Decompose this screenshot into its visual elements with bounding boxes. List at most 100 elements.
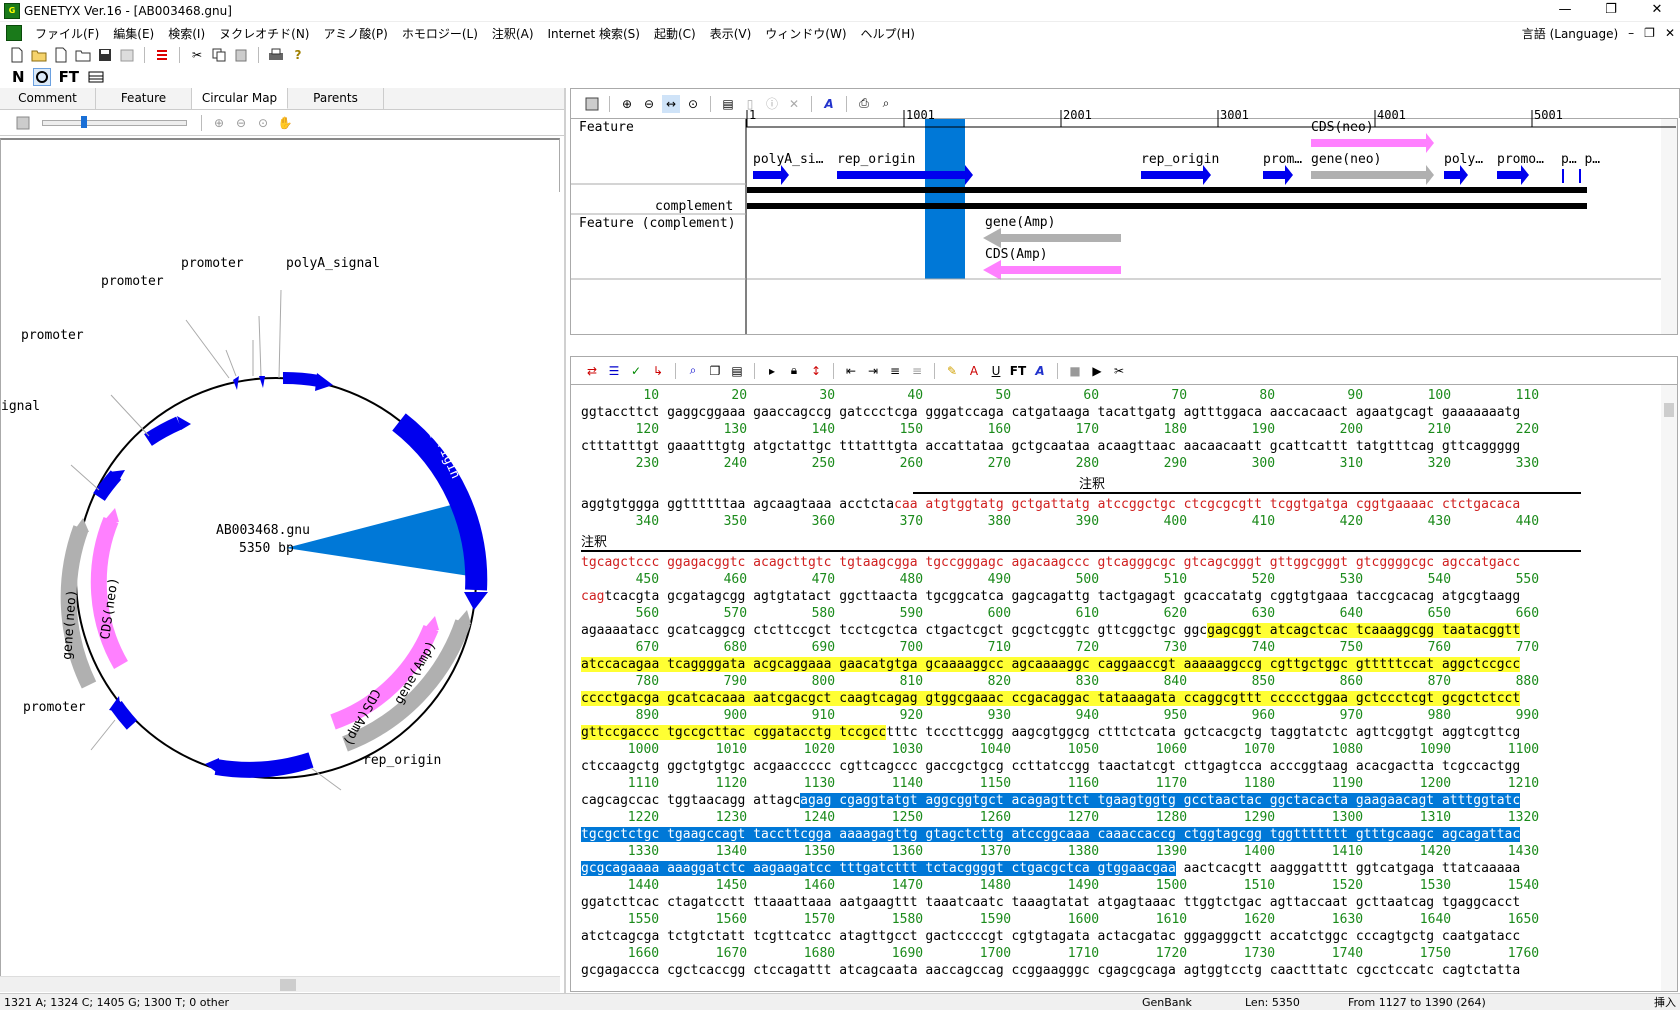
position-number: 1640 <box>1419 912 1452 927</box>
fit-width-icon[interactable]: ↔ <box>662 94 680 113</box>
document-icon[interactable] <box>6 25 22 41</box>
menu-window[interactable]: ウィンドウ(W) <box>758 25 853 42</box>
map-horizontal-scrollbar[interactable] <box>0 976 560 992</box>
save-icon[interactable] <box>96 46 114 64</box>
align-icon[interactable] <box>153 46 171 64</box>
tools-icon[interactable]: ✂ <box>1110 362 1128 380</box>
sequence-scrollbar[interactable] <box>1661 385 1677 991</box>
sequence-row[interactable]: cagcagccac tggtaacagg attagcagag cgaggta… <box>581 792 1521 809</box>
feature-list-icon[interactable]: ▤ <box>719 95 737 113</box>
zoom-out-icon[interactable]: ⊖ <box>640 95 658 113</box>
sequence-row[interactable]: tgcgctctgc tgaagccagt taccttcgga aaaagag… <box>581 826 1521 843</box>
sequence-row[interactable]: tgcagctccc ggagacggtc acagcttgtc tgtaagc… <box>581 554 1520 571</box>
play-icon[interactable]: ▶ <box>1088 362 1106 380</box>
sequence-row[interactable]: cccctgacga gcatcacaaa aatcgacgct caagtca… <box>581 690 1521 707</box>
ft-view-button[interactable]: FT <box>59 68 79 86</box>
open-icon[interactable] <box>74 46 92 64</box>
zoom-fit-icon[interactable]: ⊙ <box>254 114 272 132</box>
lock-icon[interactable]: 🔒︎ <box>785 362 803 380</box>
mdi-close-button[interactable]: ✕ <box>1660 26 1680 40</box>
sequence-row[interactable]: ctccaagctg ggctgtgtgc acgaaccccc cgttcag… <box>581 758 1520 775</box>
menu-view[interactable]: 表示(V) <box>703 25 759 42</box>
sequence-row[interactable]: aggtgtggga ggttttttaa agcaagtaaa acctcta… <box>581 496 1520 513</box>
minimize-button[interactable]: — <box>1542 0 1588 22</box>
sequence-row[interactable]: gcgcagaaaa aaaggatctc aagaagatcc tttgatc… <box>581 860 1520 877</box>
sequence-row[interactable]: atctcagcga tctgtctatt tcgttcatcc atagttg… <box>581 928 1520 945</box>
menu-nucleotide[interactable]: ヌクレオチド(N) <box>212 25 316 42</box>
mdi-restore-button[interactable]: ❐ <box>1639 26 1660 40</box>
menu-homology[interactable]: ホモロジー(L) <box>395 25 485 42</box>
goto-end-icon[interactable]: ⇥ <box>864 362 882 380</box>
print-icon[interactable] <box>267 46 285 64</box>
sequence-row[interactable]: gcgagaccca cgctcaccgg ctccagattt atcagca… <box>581 962 1520 979</box>
line-style-icon[interactable]: ☰ <box>605 362 623 380</box>
new-file-icon[interactable] <box>8 46 26 64</box>
zoom-slider[interactable] <box>42 115 187 128</box>
swap-icon[interactable]: ⇄ <box>583 362 601 380</box>
cursor-icon[interactable]: ↕ <box>807 362 825 380</box>
sequence-row[interactable]: atccacagaa tcaggggata acgcaggaaa gaacatg… <box>581 656 1521 673</box>
font-color-icon[interactable]: A <box>965 362 983 380</box>
sequence-row[interactable]: gttccgaccc tgccgcttac cggatacctg tccgcct… <box>581 724 1520 741</box>
mark-icon[interactable]: ▸ <box>763 362 781 380</box>
paste-icon[interactable] <box>232 46 250 64</box>
unwrap-icon[interactable]: ≡ <box>908 362 926 380</box>
feature-settings-icon[interactable] <box>583 95 601 113</box>
map-vertical-scrollbar[interactable] <box>545 192 561 1028</box>
hand-tool-icon[interactable]: ✋ <box>276 114 294 132</box>
sequence-row[interactable]: agaaaatacc gcatcaggcg ctcttccgct tcctcgc… <box>581 622 1521 639</box>
sequence-row[interactable]: ctttatttgt gaaatttgtg atgctattgc tttattt… <box>581 438 1520 455</box>
table-view-icon[interactable] <box>87 68 105 86</box>
annotation-label[interactable]: 注釈 <box>581 531 607 550</box>
menu-launch[interactable]: 起動(C) <box>647 25 703 42</box>
ft-icon[interactable]: FT <box>1009 362 1027 380</box>
wrap-icon[interactable]: ≡ <box>886 362 904 380</box>
export-icon[interactable] <box>118 46 136 64</box>
sequence-row[interactable]: ggtaccttct gaggcggaaa gaaccagccg gatccct… <box>581 404 1520 421</box>
zoom-in-icon[interactable]: ⊕ <box>210 114 228 132</box>
map-settings-icon[interactable] <box>14 114 32 132</box>
feature-map[interactable]: Feature complement Feature (complement) <box>570 118 1678 335</box>
goto-start-icon[interactable]: ⇤ <box>842 362 860 380</box>
open-folder-icon[interactable] <box>30 46 48 64</box>
zoom-select-icon[interactable]: ⊙ <box>684 95 702 113</box>
search-icon[interactable]: ⌕ <box>684 362 702 380</box>
menu-annotation[interactable]: 注釈(A) <box>485 25 541 42</box>
zoom-in-icon[interactable]: ⊕ <box>618 95 636 113</box>
sequence-view[interactable]: 10 20 30 40 50 60 70 80 90 100 110 ggtaccttct gaggc… <box>570 384 1678 992</box>
copy-icon[interactable] <box>210 46 228 64</box>
cds-icon[interactable]: ✓ <box>627 362 645 380</box>
mdi-minimize-button[interactable]: – <box>1623 26 1639 40</box>
menu-internet-search[interactable]: Internet 検索(S) <box>541 25 647 42</box>
new-document-icon[interactable] <box>52 46 70 64</box>
menu-search[interactable]: 検索(I) <box>161 25 212 42</box>
annotation-label[interactable]: 注釈 <box>1079 473 1105 492</box>
n-view-button[interactable]: N <box>12 68 25 86</box>
menu-file[interactable]: ファイル(F) <box>28 25 106 42</box>
circular-map[interactable]: promoter promoter polyA_signal promoter … <box>0 138 561 1028</box>
menu-edit[interactable]: 編集(E) <box>106 25 161 42</box>
feature-scrollbar[interactable] <box>1661 119 1677 334</box>
stop-icon[interactable]: ■ <box>1066 362 1084 380</box>
menu-amino-acid[interactable]: アミノ酸(P) <box>316 25 394 42</box>
maximize-button[interactable]: ❐ <box>1588 0 1634 22</box>
language-menu[interactable]: 言語 (Language) <box>1517 25 1623 42</box>
help-icon[interactable]: ? <box>289 46 307 64</box>
menu-help[interactable]: ヘルプ(H) <box>854 25 922 42</box>
tab-feature[interactable]: Feature <box>96 88 192 109</box>
copy-seq-icon[interactable]: ❐ <box>706 362 724 380</box>
sequence-row[interactable]: ggatcttcac ctagatcctt ttaaattaaa aatgaag… <box>581 894 1520 911</box>
cut-icon[interactable]: ✂ <box>188 46 206 64</box>
close-button[interactable]: ✕ <box>1634 0 1680 22</box>
highlight-icon[interactable]: ✎ <box>943 362 961 380</box>
font-style-icon[interactable]: A <box>1031 362 1049 380</box>
tab-circular-map[interactable]: Circular Map <box>192 88 288 109</box>
tab-comment[interactable]: Comment <box>0 88 96 109</box>
zoom-out-icon[interactable]: ⊖ <box>232 114 250 132</box>
clipboard-icon[interactable]: ▤ <box>728 362 746 380</box>
tab-parents[interactable]: Parents <box>288 88 384 109</box>
underline-icon[interactable]: U <box>987 362 1005 380</box>
sequence-row[interactable]: cagtcacgta gcgatagcgg agtgtatact ggcttaa… <box>581 588 1520 605</box>
circle-view-icon[interactable] <box>32 68 51 86</box>
return-icon[interactable]: ↳ <box>649 362 667 380</box>
